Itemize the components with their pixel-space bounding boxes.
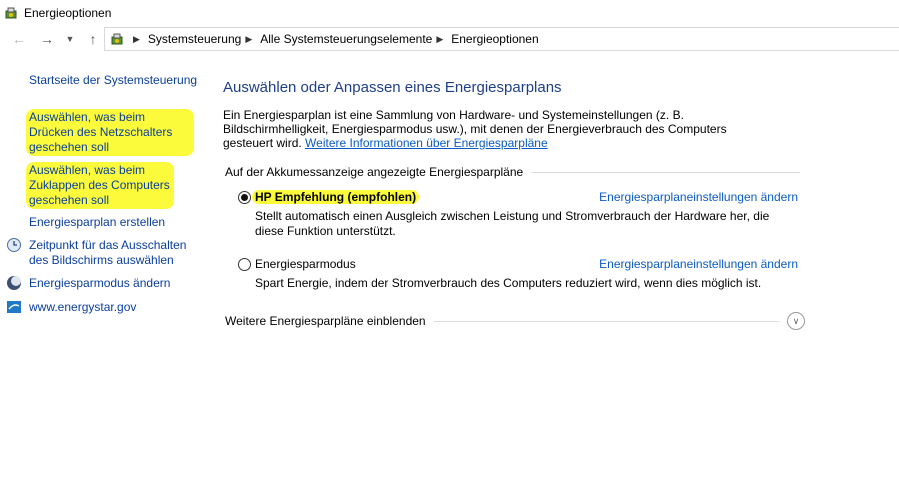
sidebar-link-sleep[interactable]: Energiesparmodus ändern (29, 276, 170, 291)
breadcrumb-chevron-icon[interactable]: ▶ (436, 34, 443, 45)
plan-radio-selected[interactable] (238, 191, 251, 204)
breadcrumb-systemsteuerung[interactable]: Systemsteuerung (148, 32, 241, 46)
forward-arrow-icon[interactable]: → (37, 29, 57, 49)
more-plans-label[interactable]: Weitere Energiesparpläne einblenden (225, 314, 426, 328)
back-arrow-icon[interactable]: ← (9, 29, 29, 49)
address-bar[interactable]: ▶ Systemsteuerung ▶ Alle Systemsteuerung… (104, 27, 899, 51)
more-info-link[interactable]: Weitere Informationen über Energiesparpl… (305, 136, 548, 150)
plan-name[interactable]: HP Empfehlung (empfohlen) (252, 190, 420, 204)
more-plans-toggle[interactable]: Weitere Energiesparpläne einblenden ∨ (225, 312, 805, 330)
plan-description: Stellt automatisch einen Ausgleich zwisc… (255, 209, 770, 238)
breadcrumb-energieoptionen[interactable]: Energieoptionen (451, 32, 538, 46)
change-plan-settings-link[interactable]: Energiesparplaneinstellungen ändern (599, 257, 798, 271)
clock-monitor-icon (7, 238, 21, 252)
plan-hp-recommended: HP Empfehlung (empfohlen) Energiesparpla… (238, 190, 798, 240)
chevron-down-icon[interactable]: ∨ (787, 312, 805, 330)
change-plan-settings-link[interactable]: Energiesparplaneinstellungen ändern (599, 190, 798, 204)
plan-energy-saver: Energiesparmodus Energiesparplaneinstell… (238, 257, 798, 297)
navigation-bar: ← → ▼ ↑ ▶ Systemsteuerung ▶ Alle Systems… (0, 26, 899, 52)
breadcrumb-chevron-icon[interactable]: ▶ (133, 34, 140, 45)
page-title: Auswählen oder Anpassen eines Energiespa… (223, 79, 562, 96)
sidebar-link-lid-close[interactable]: Auswählen, was beim Zuklappen des Comput… (26, 162, 174, 209)
window-title: Energieoptionen (24, 6, 112, 20)
up-arrow-icon[interactable]: ↑ (83, 29, 103, 49)
sidebar-link-power-button[interactable]: Auswählen, was beim Drücken des Netzscha… (26, 109, 194, 156)
page-description: Ein Energiesparplan ist eine Sammlung vo… (223, 108, 763, 150)
plan-radio[interactable] (238, 258, 251, 271)
divider (531, 171, 800, 173)
sidebar: Startseite der Systemsteuerung Auswählen… (0, 52, 205, 486)
control-panel-icon (111, 33, 123, 45)
energy-star-icon (7, 301, 21, 313)
plan-description: Spart Energie, indem der Stromverbrauch … (255, 276, 762, 290)
sidebar-link-energystar[interactable]: www.energystar.gov (29, 300, 136, 315)
plans-group-header: Auf der Akkumessanzeige angezeigte Energ… (225, 165, 800, 179)
group-label: Auf der Akkumessanzeige angezeigte Energ… (225, 165, 524, 179)
title-bar: Energieoptionen (0, 0, 899, 26)
moon-sleep-icon (7, 276, 21, 290)
breadcrumb-alle-elemente[interactable]: Alle Systemsteuerungselemente (260, 32, 432, 46)
recent-locations-chevron-icon[interactable]: ▼ (63, 29, 77, 49)
plan-name[interactable]: Energiesparmodus (255, 257, 356, 271)
breadcrumb-chevron-icon[interactable]: ▶ (245, 34, 252, 45)
power-options-icon (5, 7, 17, 19)
sidebar-link-display-off[interactable]: Zeitpunkt für das Ausschalten des Bildsc… (29, 238, 199, 268)
divider (433, 320, 779, 322)
sidebar-link-create-plan[interactable]: Energiesparplan erstellen (29, 215, 165, 230)
sidebar-link-home[interactable]: Startseite der Systemsteuerung (29, 73, 197, 88)
